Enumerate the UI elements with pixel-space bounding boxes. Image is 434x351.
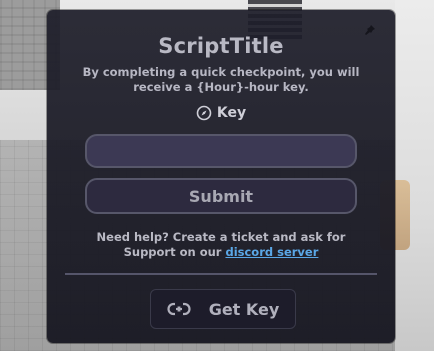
link-icon (167, 302, 191, 316)
submit-button[interactable]: Submit (85, 178, 357, 214)
discord-link[interactable]: discord server (225, 245, 318, 259)
panel-subtitle: By completing a quick checkpoint, you wi… (82, 65, 360, 94)
background-right-wall (395, 0, 434, 351)
panel-title: ScriptTitle (158, 34, 284, 58)
compass-icon (196, 105, 212, 121)
get-key-label: Get Key (208, 299, 280, 319)
key-label-row: Key (47, 105, 395, 121)
key-label: Key (216, 105, 247, 121)
key-system-panel: ScriptTitle By completing a quick checkp… (47, 10, 395, 343)
divider (65, 273, 377, 275)
key-input[interactable] (85, 134, 357, 168)
game-scene: ScriptTitle By completing a quick checkp… (0, 0, 434, 351)
help-text-block: Need help? Create a ticket and ask for S… (77, 230, 365, 260)
get-key-button[interactable]: Get Key (150, 289, 296, 329)
